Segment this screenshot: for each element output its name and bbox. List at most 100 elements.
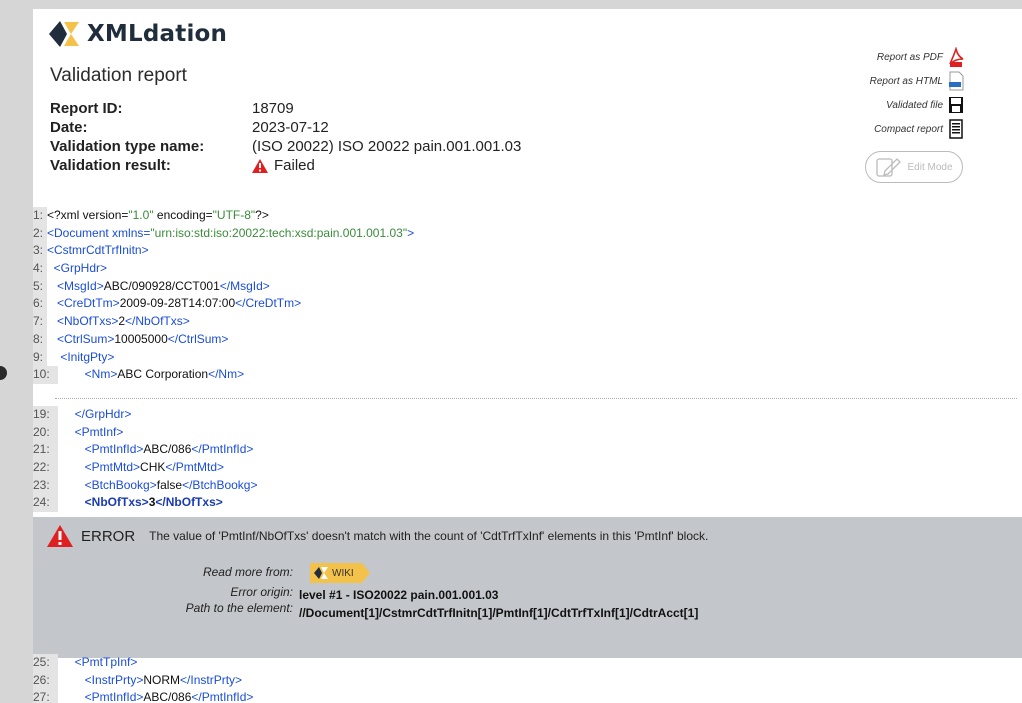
- code-token: <CstmrCdtTrfInitn>: [47, 243, 149, 258]
- wiki-logo-icon: [314, 567, 328, 579]
- code-token: <InitgPty>: [47, 349, 115, 364]
- code-token: ABC/090928/CCT001: [103, 278, 220, 293]
- validated-file-label: Validated file: [886, 99, 943, 111]
- meta-row-report-id: Report ID: 18709: [50, 99, 521, 118]
- code-line: 8: <CtrlSum> 10005000 </CtrlSum>: [33, 330, 1022, 349]
- code-line: 20: <PmtInf>: [33, 423, 1022, 442]
- code-line: 25: <PmtTpInf>: [33, 654, 1022, 672]
- code-token: <PmtInfId>: [58, 442, 144, 457]
- meta-label: Validation result:: [50, 157, 171, 174]
- read-more-label: Read more from:: [202, 565, 293, 579]
- code-line: 24: <NbOfTxs> 3 </NbOfTxs>: [33, 494, 1022, 513]
- meta-row-validation-result: Validation result: Failed: [50, 156, 521, 175]
- code-token: ?>: [255, 208, 269, 222]
- line-number: 26:: [33, 671, 58, 690]
- code-token: NORM: [143, 672, 181, 687]
- error-message: The value of 'PmtInf/NbOfTxs' doesn't ma…: [149, 529, 709, 543]
- error-origin-value: level #1 - ISO20022 pain.001.001.03: [299, 588, 499, 602]
- edit-mode-label: Edit Mode: [907, 161, 953, 173]
- floppy-disk-icon: [949, 97, 963, 113]
- compact-report-link[interactable]: Compact report: [870, 117, 964, 141]
- code-token: "1.0": [128, 208, 154, 222]
- report-as-html-link[interactable]: Report as HTML: [870, 69, 964, 93]
- line-number: 25:: [33, 654, 58, 672]
- line-number: 20:: [33, 423, 58, 442]
- line-number: 19:: [33, 406, 58, 424]
- code-token: </NbOfTxs>: [155, 495, 223, 510]
- report-actions: Report as PDF Report as HTML Validated f…: [870, 45, 964, 141]
- code-token: xmlns=: [112, 225, 151, 240]
- code-line: 5: <MsgId> ABC/090928/CCT001 </MsgId>: [33, 277, 1022, 296]
- code-token: <Nm>: [58, 367, 118, 382]
- code-token: <NbOfTxs>: [58, 495, 149, 510]
- code-line: 7: <NbOfTxs> 2 </NbOfTxs>: [33, 313, 1022, 331]
- code-token: ABC Corporation: [117, 367, 209, 382]
- line-number: 9:: [33, 348, 47, 367]
- code-token: 3: [148, 495, 156, 510]
- meta-row-validation-type: Validation type name: (ISO 20022) ISO 20…: [50, 137, 521, 156]
- code-token: </BtchBookg>: [182, 477, 258, 492]
- path-label: Path to the element:: [185, 601, 293, 615]
- line-number: 3:: [33, 242, 47, 261]
- brand-name: XMLdation: [87, 21, 228, 47]
- code-line: 26: <InstrPrty> NORM </InstrPrty>: [33, 671, 1022, 690]
- compact-report-icon: [949, 119, 963, 139]
- collapsed-lines-separator: [55, 398, 1017, 399]
- error-label: ERROR: [81, 527, 136, 545]
- code-token: encoding=: [153, 208, 213, 222]
- validation-result-text: Failed: [274, 157, 315, 174]
- line-number: 2:: [33, 224, 47, 243]
- meta-label: Date:: [50, 119, 88, 136]
- code-token: </CreDtTm>: [235, 296, 302, 311]
- code-token: 2009-09-28T14:07:00: [119, 296, 236, 311]
- code-line: 4: <GrpHdr>: [33, 260, 1022, 278]
- meta-value: 2023-07-12: [252, 119, 329, 136]
- code-token: <?xml version=: [47, 208, 129, 222]
- code-token: >: [407, 225, 415, 240]
- meta-label: Validation type name:: [50, 138, 205, 155]
- code-token: <NbOfTxs>: [47, 314, 119, 329]
- validation-result-value: Failed: [252, 156, 315, 175]
- code-token: <GrpHdr>: [47, 261, 108, 276]
- code-token: </PmtMtd>: [165, 460, 225, 475]
- line-number: 4:: [33, 260, 47, 278]
- code-token: </Nm>: [208, 367, 245, 382]
- report-as-pdf-link[interactable]: Report as PDF: [870, 45, 964, 69]
- code-token: </PmtInfId>: [191, 690, 254, 703]
- line-number: 6:: [33, 295, 47, 314]
- code-token: 10005000: [114, 331, 168, 346]
- code-token: ABC/086: [143, 690, 192, 703]
- meta-row-date: Date: 2023-07-12: [50, 118, 521, 137]
- warning-triangle-icon: [252, 158, 268, 173]
- badge-arrow-shape: [361, 563, 370, 583]
- report-meta: Report ID: 18709 Date: 2023-07-12 Valida…: [50, 99, 521, 175]
- edit-pencil-icon: [876, 158, 902, 177]
- code-token: <PmtMtd>: [58, 460, 141, 475]
- page-title: Validation report: [50, 65, 187, 86]
- compact-report-label: Compact report: [874, 123, 943, 135]
- line-number: 22:: [33, 459, 58, 477]
- code-token: <CtrlSum>: [47, 331, 115, 346]
- code-line: 22: <PmtMtd> CHK </PmtMtd>: [33, 459, 1022, 477]
- meta-value: (ISO 20022) ISO 20022 pain.001.001.03: [252, 138, 522, 155]
- code-token: </InstrPrty>: [180, 672, 243, 687]
- error-block: ERROR The value of 'PmtInf/NbOfTxs' does…: [33, 517, 1022, 658]
- line-number: 24:: [33, 494, 58, 513]
- code-token: <CreDtTm>: [47, 296, 120, 311]
- wiki-link[interactable]: WIKI: [310, 563, 370, 583]
- meta-value: 18709: [252, 100, 294, 117]
- code-token: </CtrlSum>: [167, 331, 229, 346]
- path-value: //Document[1]/CstmrCdtTrfInitn[1]/PmtInf…: [299, 606, 699, 620]
- line-number: 7:: [33, 313, 47, 331]
- code-token: <PmtTpInf>: [58, 655, 138, 669]
- code-token: <PmtInfId>: [58, 690, 144, 703]
- edit-mode-button[interactable]: Edit Mode: [865, 151, 963, 183]
- code-token: <PmtInf>: [58, 424, 124, 439]
- line-number: 10:: [33, 366, 58, 384]
- validated-file-link[interactable]: Validated file: [870, 93, 964, 117]
- pdf-icon: [949, 47, 964, 67]
- code-token: </NbOfTxs>: [125, 314, 190, 329]
- code-token: false: [156, 477, 183, 492]
- code-token: "UTF-8": [212, 208, 256, 222]
- code-line: 1: <?xml version= "1.0" encoding= "UTF-8" ?>: [33, 207, 1022, 225]
